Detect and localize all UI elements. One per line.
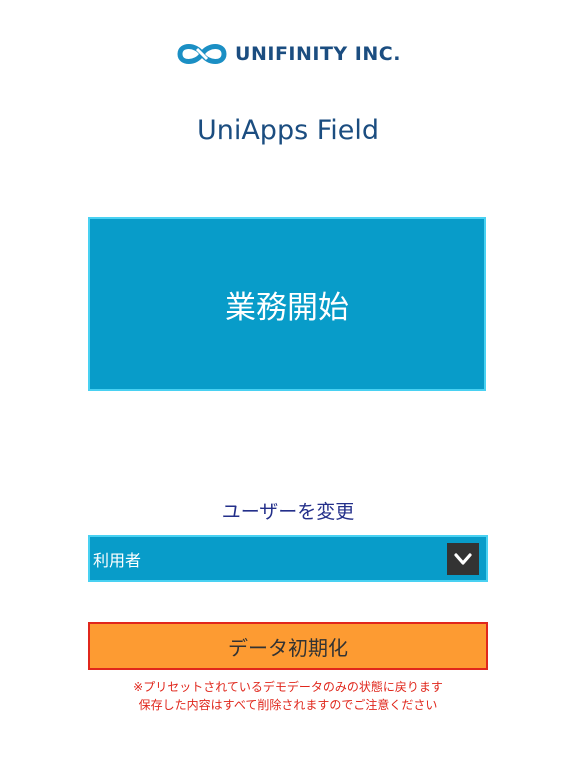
notice-line-2: 保存した内容はすべて削除されますのでご注意ください	[138, 698, 438, 712]
company-logo: UNIFINITY INC.	[0, 40, 576, 68]
reset-warning-notice: ※プリセットされているデモデータのみの状態に戻ります 保存した内容はすべて削除さ…	[0, 678, 576, 714]
change-user-label: ユーザーを変更	[221, 501, 355, 523]
company-name: UNIFINITY INC.	[235, 43, 401, 65]
launch-screen: UNIFINITY INC. UniApps Field 業務開始 ユーザーを変…	[0, 0, 576, 768]
infinity-logo-icon	[175, 40, 229, 68]
reset-data-button[interactable]: データ初期化	[88, 622, 488, 670]
reset-data-label: データ初期化	[228, 635, 348, 660]
start-work-label: 業務開始	[225, 289, 349, 326]
user-select-value: 利用者	[93, 550, 142, 570]
app-title: UniApps Field	[196, 115, 380, 146]
user-select[interactable]: 利用者	[88, 535, 488, 582]
notice-line-1: ※プリセットされているデモデータのみの状態に戻ります	[133, 680, 443, 694]
chevron-down-icon[interactable]	[447, 542, 479, 575]
start-work-button[interactable]: 業務開始	[88, 217, 486, 391]
